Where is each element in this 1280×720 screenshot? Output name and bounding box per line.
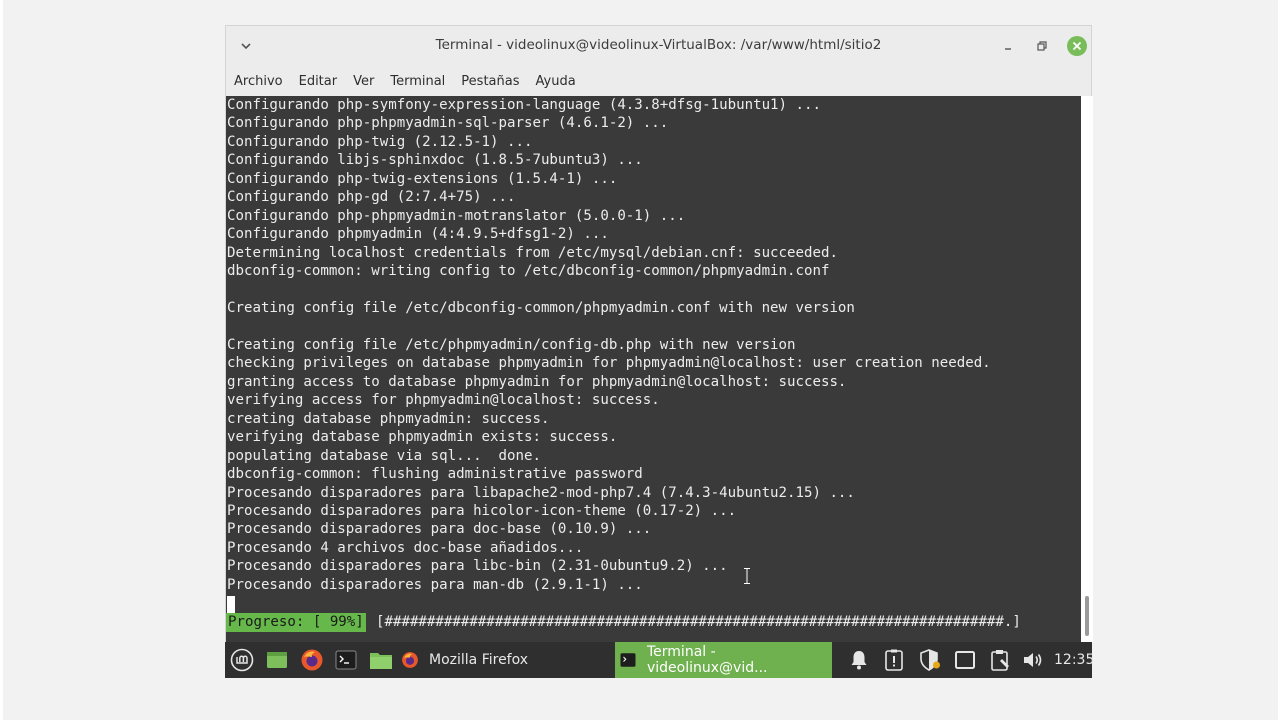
scrollbar-thumb[interactable] — [1085, 596, 1089, 636]
terminal-icon — [619, 651, 637, 669]
progress-label: Progreso: [ 99%] — [226, 613, 366, 632]
mint-menu-icon[interactable] — [230, 648, 254, 672]
menu-pestanas[interactable]: Pestañas — [461, 70, 519, 93]
ibeam-cursor-icon — [744, 568, 750, 584]
menu-archivo[interactable]: Archivo — [234, 70, 283, 93]
files-launcher-icon[interactable] — [368, 648, 394, 672]
scrollbar[interactable] — [1081, 96, 1093, 643]
terminal-output[interactable]: Configurando php-symfony-expression-lang… — [226, 96, 1081, 643]
title-bar[interactable]: Terminal - videolinux@videolinux-Virtual… — [226, 26, 1091, 66]
window-title: Terminal - videolinux@videolinux-Virtual… — [435, 37, 882, 53]
menu-ver[interactable]: Ver — [353, 70, 374, 93]
progress-bar: [#######################################… — [376, 614, 1021, 630]
menu-editar[interactable]: Editar — [299, 70, 338, 93]
taskbar-firefox-label: Mozilla Firefox — [429, 652, 529, 668]
volume-icon[interactable] — [1021, 648, 1045, 672]
clipboard-icon[interactable] — [988, 648, 1012, 672]
terminal-window: Terminal - videolinux@videolinux-Virtual… — [225, 25, 1093, 643]
clock[interactable]: 12:35 — [1054, 642, 1094, 678]
notifications-bell-icon[interactable] — [847, 648, 871, 672]
taskbar-terminal[interactable]: Terminal - videolinux@vid... — [615, 642, 832, 678]
minimize-button[interactable] — [999, 36, 1019, 56]
text-cursor — [227, 596, 235, 613]
left-edge — [0, 0, 3, 720]
menu-ayuda[interactable]: Ayuda — [536, 70, 576, 93]
progress-row: Progreso: [ 99%] [######################… — [226, 613, 1081, 632]
taskbar-firefox[interactable]: Mozilla Firefox — [397, 642, 587, 678]
close-button[interactable] — [1067, 36, 1087, 56]
terminal-launcher-icon[interactable] — [334, 648, 358, 672]
menu-terminal[interactable]: Terminal — [390, 70, 445, 93]
window-list-icon[interactable] — [953, 648, 977, 672]
shield-icon[interactable] — [917, 648, 943, 672]
terminal-text: Configurando php-symfony-expression-lang… — [227, 97, 991, 593]
show-desktop-icon[interactable] — [265, 648, 289, 672]
menu-bar: Archivo Editar Ver Terminal Pestañas Ayu… — [226, 66, 1091, 96]
firefox-launcher-icon[interactable] — [300, 648, 324, 672]
restore-button[interactable] — [1032, 36, 1052, 56]
firefox-icon — [401, 651, 419, 669]
taskbar-terminal-label: Terminal - videolinux@vid... — [647, 644, 768, 676]
bottom-panel: Mozilla Firefox Terminal - videolinux@vi… — [225, 642, 1094, 678]
update-manager-icon[interactable] — [882, 648, 906, 672]
